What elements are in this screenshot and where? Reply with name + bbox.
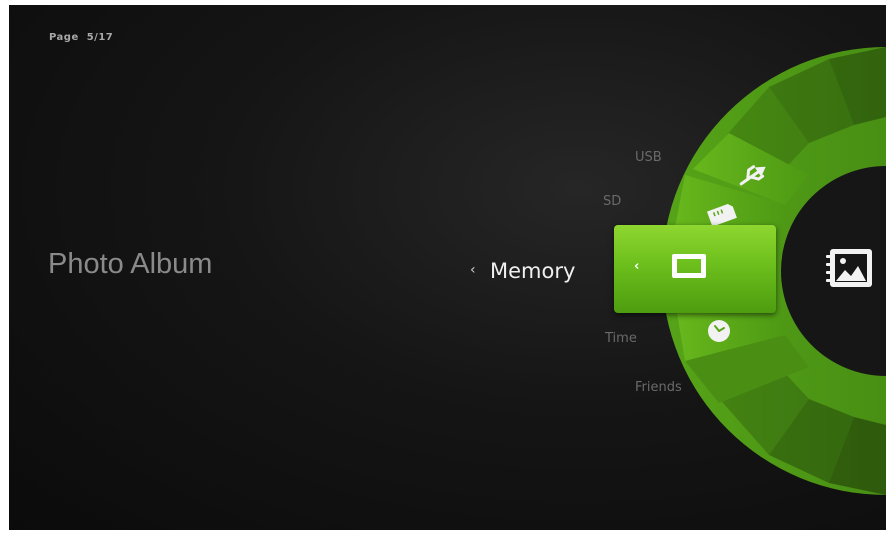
chevron-left-icon[interactable]: ‹	[634, 259, 639, 274]
menu-item-sd[interactable]: SD	[603, 194, 621, 209]
selected-item-label[interactable]: Memory	[490, 259, 575, 283]
menu-item-friends[interactable]: Friends	[635, 380, 682, 395]
chevron-left-icon[interactable]: ‹	[470, 262, 476, 278]
menu-item-usb[interactable]: USB	[635, 150, 662, 165]
photo-album-icon	[826, 249, 872, 287]
screen: Page 5/17 Photo Album USB SD Time Friend…	[9, 5, 886, 530]
selected-menu-tile[interactable]: ‹	[614, 225, 776, 313]
menu-item-time[interactable]: Time	[605, 331, 637, 346]
picture-frame-icon	[672, 254, 706, 278]
clock-icon	[708, 320, 730, 342]
